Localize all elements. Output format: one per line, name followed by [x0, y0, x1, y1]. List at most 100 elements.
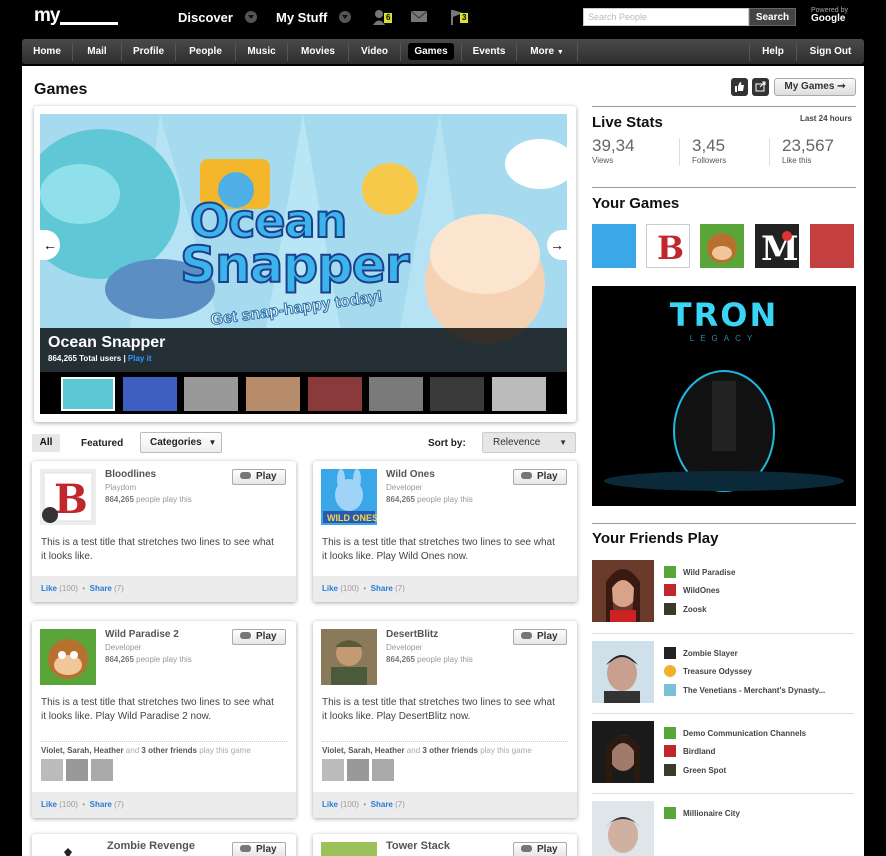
your-game-thumb[interactable]	[592, 224, 636, 268]
art-title-snapper: Snapper	[179, 235, 410, 295]
nav-games[interactable]: Games	[401, 39, 461, 64]
friend-game-link[interactable]: Demo Communication Channels	[664, 727, 806, 739]
nav-mail[interactable]: Mail	[73, 39, 121, 64]
friend-game-link[interactable]: Birdland	[664, 745, 715, 757]
nav-events[interactable]: Events	[462, 39, 516, 64]
nav-profile[interactable]: Profile	[122, 39, 175, 64]
thumb-ocean-snapper[interactable]	[61, 377, 115, 411]
ad-subtitle: LEGACY	[689, 334, 759, 343]
mystuff-menu[interactable]: My Stuff	[276, 10, 352, 25]
play-button[interactable]: Play	[513, 469, 567, 485]
dropdown-triangle-icon: ▼	[559, 438, 567, 447]
thumb-game-4[interactable]	[246, 377, 300, 411]
search-people-input[interactable]: Search People	[583, 8, 749, 26]
friend-game-link[interactable]: Zoosk	[664, 603, 707, 615]
sort-select[interactable]: Relevence ▼	[482, 432, 576, 453]
play-button[interactable]: Play	[232, 629, 286, 645]
nav-people[interactable]: People	[176, 39, 235, 64]
friend-avatar[interactable]	[592, 801, 654, 856]
game-thumbnail[interactable]	[40, 842, 96, 856]
tron-ad-banner[interactable]: TRON LEGACY	[592, 286, 856, 506]
nav-home[interactable]: Home	[22, 39, 72, 64]
nav-signout[interactable]: Sign Out	[797, 39, 864, 64]
play-it-link[interactable]: Play it	[128, 354, 152, 363]
your-game-thumb[interactable]	[700, 224, 744, 268]
game-thumbnail[interactable]	[321, 842, 377, 856]
friend-game-link[interactable]: The Venetians - Merchant's Dynasty...	[664, 684, 825, 696]
search-button[interactable]: Search	[749, 8, 796, 26]
game-title[interactable]: Zombie Revenge	[107, 840, 195, 852]
thumb-game-2[interactable]	[123, 377, 177, 411]
share-link[interactable]: Share	[371, 584, 393, 593]
filter-featured[interactable]: Featured	[81, 438, 123, 449]
game-title[interactable]: Wild Paradise 2	[105, 629, 179, 640]
game-thumbnail[interactable]: B	[40, 469, 96, 525]
discover-menu[interactable]: Discover	[178, 10, 257, 25]
game-users: 864,265 people play this	[386, 495, 473, 504]
share-link[interactable]: Share	[90, 584, 112, 593]
game-title[interactable]: Wild Ones	[386, 469, 435, 480]
friend-game-link[interactable]: Zombie Slayer	[664, 647, 738, 659]
share-link[interactable]: Share	[371, 800, 393, 809]
friend-avatar[interactable]	[592, 721, 654, 783]
filter-all[interactable]: All	[32, 434, 60, 452]
like-link[interactable]: Like	[322, 800, 338, 809]
play-button[interactable]: Play	[232, 469, 286, 485]
game-title[interactable]: Bloodlines	[105, 469, 156, 480]
share-icon[interactable]	[752, 78, 769, 96]
dropdown-triangle-icon: ▼	[556, 49, 564, 56]
play-button[interactable]: Play	[513, 842, 567, 856]
friend-game-link[interactable]: Wild Paradise	[664, 566, 735, 578]
friend-game-link[interactable]: Treasure Odyssey	[664, 665, 752, 677]
game-title[interactable]: Tower Stack	[386, 840, 450, 852]
game-thumbnail[interactable]	[321, 629, 377, 685]
share-link[interactable]: Share	[90, 800, 112, 809]
chevron-down-icon[interactable]	[339, 11, 352, 23]
friend-avatar[interactable]	[91, 759, 113, 781]
friend-avatar[interactable]	[592, 641, 654, 703]
nav-help[interactable]: Help	[750, 39, 796, 64]
friend-avatar[interactable]	[322, 759, 344, 781]
your-game-thumb[interactable]	[810, 224, 854, 268]
like-link[interactable]: Like	[41, 584, 57, 593]
nav-video[interactable]: Video	[349, 39, 400, 64]
like-link[interactable]: Like	[322, 584, 338, 593]
gamepad-icon	[521, 845, 532, 852]
game-description: This is a test title that stretches two …	[41, 537, 274, 562]
friend-avatar[interactable]	[592, 560, 654, 622]
thumb-game-6[interactable]	[369, 377, 423, 411]
nav-music[interactable]: Music	[236, 39, 287, 64]
play-button[interactable]: Play	[232, 842, 286, 856]
stat-followers: 3,45 Followers	[692, 136, 727, 165]
your-game-thumb[interactable]: B	[646, 224, 690, 268]
thumb-game-7[interactable]	[430, 377, 484, 411]
categories-dropdown[interactable]: Categories ▼	[140, 432, 222, 453]
chevron-down-icon[interactable]	[244, 11, 257, 23]
friend-avatar[interactable]	[372, 759, 394, 781]
like-link[interactable]: Like	[41, 800, 57, 809]
featured-hero-image[interactable]: Ocean Snapper Get snap-happy today! ← → …	[40, 114, 567, 414]
thumb-game-8[interactable]	[492, 377, 546, 411]
friend-game-link[interactable]: Millionaire City	[664, 807, 740, 819]
game-thumbnail[interactable]	[40, 629, 96, 685]
friend-avatar[interactable]	[347, 759, 369, 781]
friend-avatar[interactable]	[66, 759, 88, 781]
nav-more[interactable]: More ▼	[517, 39, 577, 64]
live-stats-period: Last 24 hours	[799, 114, 852, 123]
site-logo[interactable]: my	[34, 5, 60, 27]
your-game-thumb[interactable]: M	[755, 224, 799, 269]
mail-icon[interactable]	[410, 9, 430, 25]
nav-movies[interactable]: Movies	[288, 39, 348, 64]
thumb-game-5[interactable]	[308, 377, 362, 411]
friend-game-link[interactable]: Green Spot	[664, 764, 726, 776]
play-button[interactable]: Play	[513, 629, 567, 645]
game-thumbnail[interactable]: WILD ONES	[321, 469, 378, 525]
friend-game-link[interactable]: WildOnes	[664, 584, 720, 596]
friend-avatar[interactable]	[41, 759, 63, 781]
my-games-button[interactable]: My Games ➞	[774, 78, 856, 96]
game-title[interactable]: DesertBlitz	[386, 629, 438, 640]
stat-divider	[679, 138, 680, 166]
game-card: Wild Paradise 2 Developer 864,265 people…	[32, 621, 296, 818]
like-icon[interactable]	[731, 78, 748, 96]
thumb-game-3[interactable]	[184, 377, 238, 411]
